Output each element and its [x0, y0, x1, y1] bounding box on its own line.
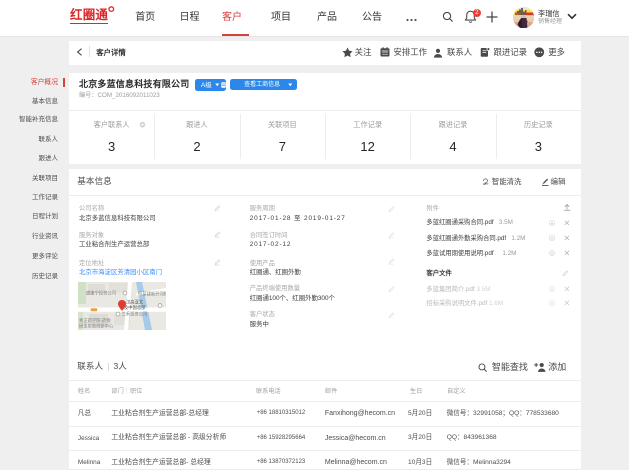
svg-text:研发实验创新中心: 研发实验创新中心 — [79, 323, 114, 330]
svg-text:及中国总部: 及中国总部 — [124, 304, 146, 311]
svg-text:恒基建新开河桥: 恒基建新开河桥 — [138, 291, 166, 298]
svg-text:三禾投资公司: 三禾投资公司 — [122, 311, 148, 318]
svg-text:盛康宁投资公司: 盛康宁投资公司 — [86, 290, 116, 297]
